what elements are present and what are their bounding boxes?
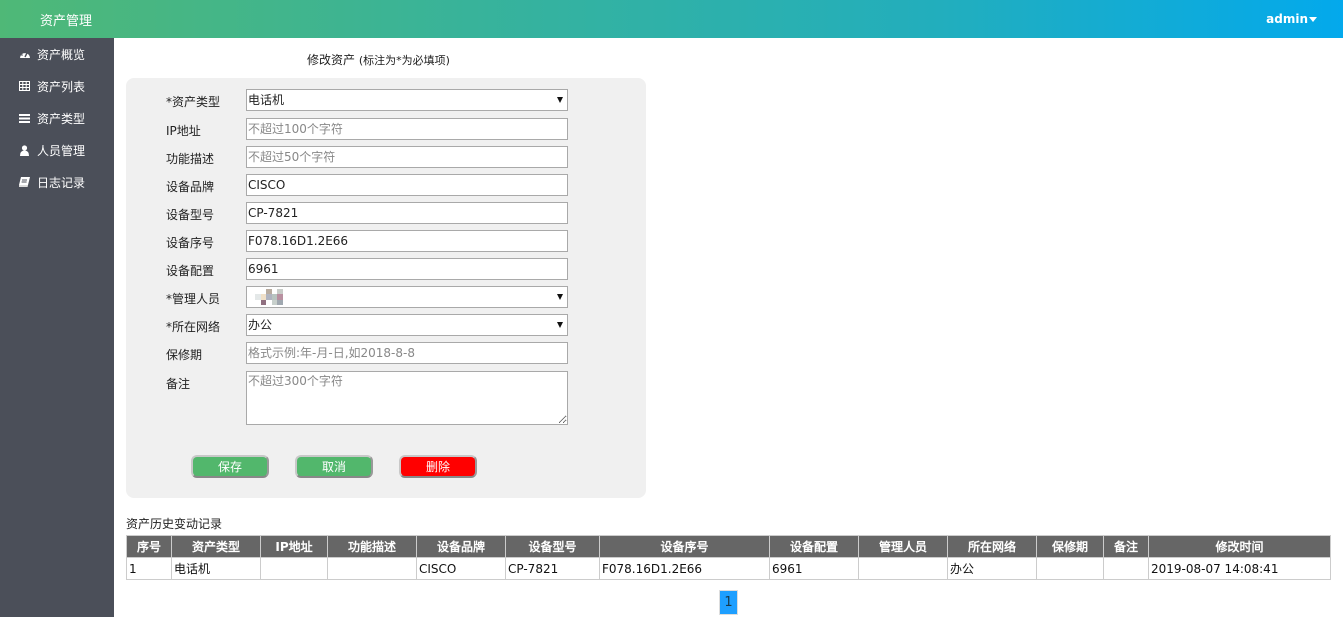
- network-select[interactable]: 办公: [246, 314, 568, 336]
- sidebar-item-label: 人员管理: [37, 143, 86, 158]
- note-label: 备注: [166, 377, 191, 391]
- col-header: 序号: [126, 535, 172, 558]
- blurred-name: [255, 289, 283, 305]
- required-hint: (标注为*为必填项): [358, 54, 450, 67]
- top-bar: 资产管理 admin: [0, 0, 1343, 38]
- col-header: 设备品牌: [416, 535, 506, 558]
- cell: 1: [126, 557, 172, 580]
- warranty-label: 保修期: [166, 348, 203, 362]
- cell: [1103, 557, 1149, 580]
- network-row: *所在网络 办公: [166, 314, 608, 336]
- function-row: 功能描述: [166, 146, 608, 168]
- config-label: 设备配置: [166, 264, 215, 278]
- warranty-row: 保修期: [166, 342, 608, 364]
- brand-label: 设备品牌: [166, 180, 215, 194]
- manager-label: *管理人员: [166, 292, 221, 306]
- ip-label: IP地址: [166, 124, 201, 138]
- cell: 电话机: [171, 557, 261, 580]
- history-table: 序号 资产类型 IP地址 功能描述 设备品牌 设备型号 设备序号 设备配置 管理…: [126, 535, 1331, 580]
- cell: F078.16D1.2E66: [599, 557, 770, 580]
- col-header: 修改时间: [1148, 535, 1331, 558]
- sidebar-item-label: 资产列表: [37, 79, 86, 94]
- cell: [327, 557, 417, 580]
- col-header: 所在网络: [947, 535, 1037, 558]
- serial-input[interactable]: [246, 230, 568, 252]
- col-header: 设备配置: [769, 535, 859, 558]
- cell: 办公: [947, 557, 1037, 580]
- sidebar: 资产概览 资产列表 资产类型 人员管理 日志记录: [0, 38, 114, 617]
- manager-select[interactable]: [246, 286, 568, 308]
- col-header: 备注: [1103, 535, 1149, 558]
- brand-row: 设备品牌: [166, 174, 608, 196]
- col-header: 设备型号: [505, 535, 600, 558]
- col-header: IP地址: [260, 535, 328, 558]
- sidebar-item-overview[interactable]: 资产概览: [0, 38, 114, 70]
- dropdown-arrow-icon: [557, 294, 563, 300]
- sidebar-item-label: 资产概览: [37, 47, 86, 62]
- sidebar-item-personnel[interactable]: 人员管理: [0, 134, 114, 166]
- cell: [260, 557, 328, 580]
- edit-asset-form: *资产类型 电话机 IP地址 功能描述 设备品牌 设备型号 设备序号 设备配置: [126, 78, 646, 498]
- caret-down-icon: [1309, 17, 1317, 22]
- dashboard-icon: [18, 48, 31, 61]
- network-label: *所在网络: [166, 320, 221, 334]
- sidebar-item-label: 日志记录: [37, 175, 86, 190]
- ip-input[interactable]: [246, 118, 568, 140]
- list-icon: [18, 112, 31, 125]
- config-input[interactable]: [246, 258, 568, 280]
- book-icon: [18, 176, 31, 189]
- col-header: 管理人员: [858, 535, 948, 558]
- model-input[interactable]: [246, 202, 568, 224]
- col-header: 保修期: [1036, 535, 1104, 558]
- col-header: 资产类型: [171, 535, 261, 558]
- page-1-button[interactable]: 1: [719, 590, 738, 615]
- main-content: 修改资产 (标注为*为必填项) *资产类型 电话机 IP地址 功能描述 设备品牌…: [114, 38, 1343, 617]
- cell: [858, 557, 948, 580]
- cell: [1036, 557, 1104, 580]
- form-title: 修改资产 (标注为*为必填项): [307, 53, 450, 67]
- brand-input[interactable]: [246, 174, 568, 196]
- sidebar-item-logs[interactable]: 日志记录: [0, 166, 114, 198]
- asset-type-row: *资产类型 电话机: [166, 89, 608, 111]
- serial-row: 设备序号: [166, 230, 608, 252]
- sidebar-item-asset-type[interactable]: 资产类型: [0, 102, 114, 134]
- model-row: 设备型号: [166, 202, 608, 224]
- model-label: 设备型号: [166, 208, 215, 222]
- asset-type-label: *资产类型: [166, 95, 221, 109]
- function-label: 功能描述: [166, 152, 215, 166]
- warranty-input[interactable]: [246, 342, 568, 364]
- col-header: 功能描述: [327, 535, 417, 558]
- col-header: 设备序号: [599, 535, 770, 558]
- sidebar-item-label: 资产类型: [37, 111, 86, 126]
- dropdown-arrow-icon: [557, 322, 563, 328]
- ip-row: IP地址: [166, 118, 608, 140]
- table-header-row: 序号 资产类型 IP地址 功能描述 设备品牌 设备型号 设备序号 设备配置 管理…: [126, 535, 1331, 558]
- user-menu[interactable]: admin: [1266, 12, 1317, 26]
- serial-label: 设备序号: [166, 236, 215, 250]
- note-textarea[interactable]: [246, 371, 568, 425]
- sidebar-item-asset-list[interactable]: 资产列表: [0, 70, 114, 102]
- user-icon: [18, 144, 31, 157]
- cell: CP-7821: [505, 557, 600, 580]
- cell: CISCO: [416, 557, 506, 580]
- cancel-button[interactable]: 取消: [295, 455, 373, 478]
- username: admin: [1266, 12, 1308, 26]
- cell: 6961: [769, 557, 859, 580]
- dropdown-arrow-icon: [557, 97, 563, 103]
- app-title: 资产管理: [40, 14, 93, 29]
- history-title: 资产历史变动记录: [126, 517, 223, 531]
- asset-type-select[interactable]: 电话机: [246, 89, 568, 111]
- config-row: 设备配置: [166, 258, 608, 280]
- table-icon: [18, 80, 31, 93]
- delete-button[interactable]: 删除: [399, 455, 477, 478]
- note-row: 备注: [166, 371, 608, 425]
- cell: 2019-08-07 14:08:41: [1148, 557, 1331, 580]
- manager-row: *管理人员: [166, 286, 608, 308]
- save-button[interactable]: 保存: [191, 455, 269, 478]
- table-row: 1 电话机 CISCO CP-7821 F078.16D1.2E66 6961 …: [126, 557, 1331, 580]
- function-input[interactable]: [246, 146, 568, 168]
